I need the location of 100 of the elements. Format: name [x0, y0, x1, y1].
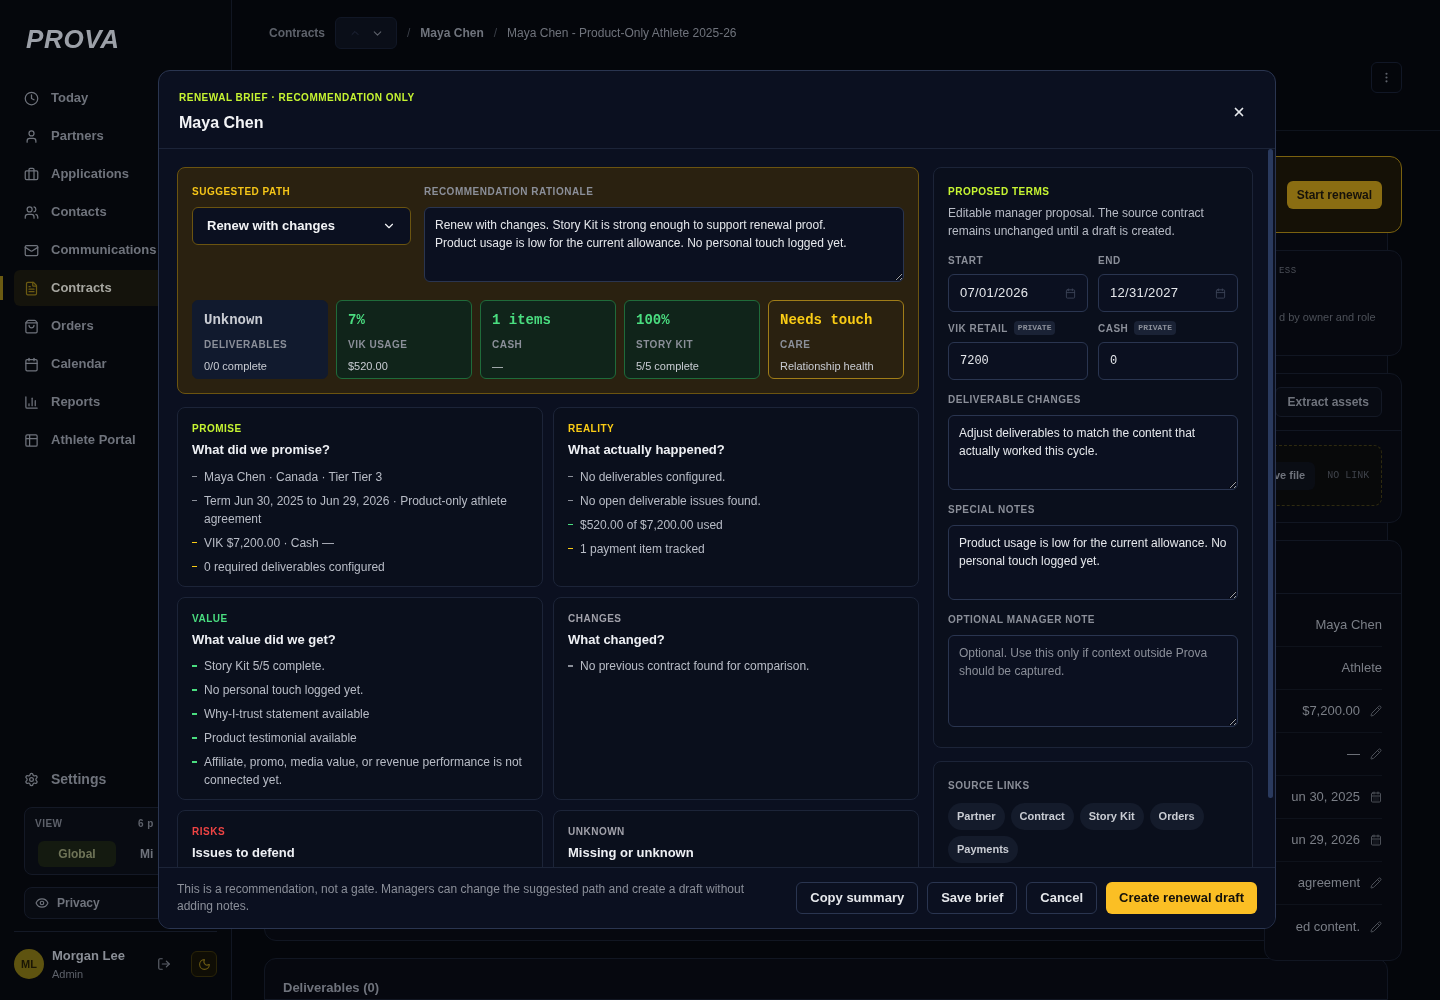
detail-value: Maya Chen [1315, 616, 1382, 635]
footer-button[interactable]: Cancel [1026, 882, 1097, 914]
document-icon [24, 280, 39, 296]
clock-icon [24, 90, 39, 106]
breadcrumb-current: Maya Chen - Product-Only Athlete 2025-26 [507, 25, 737, 42]
section-eyebrow: VALUE [192, 611, 229, 626]
pencil-icon[interactable] [1370, 920, 1382, 933]
pencil-icon[interactable] [1370, 748, 1382, 760]
number-field[interactable]: 7200 [948, 342, 1088, 380]
metric-label: CARE [780, 338, 812, 352]
logo: PROVA [25, 26, 121, 52]
field-label: CASH [1098, 321, 1129, 336]
metric-detail: Relationship health [780, 359, 875, 374]
number-field[interactable]: 0 [1098, 342, 1238, 380]
field-label: DELIVERABLE CHANGES [948, 393, 1082, 407]
pencil-icon[interactable] [1370, 877, 1382, 889]
user-role: Admin [52, 966, 85, 982]
calendar-icon[interactable] [1370, 791, 1382, 803]
note-field[interactable]: Optional. Use this only if context outside Prova should be captured. [948, 635, 1238, 727]
nav-item[interactable]: Reports [14, 384, 217, 420]
metric-label: DELIVERABLES [204, 338, 289, 352]
envelope-icon [24, 242, 39, 258]
terms-description: Editable manager proposal. The source contract remains unchanged until a draft is created. [948, 205, 1205, 240]
list-item: VIK $7,200.00 · Cash — [204, 534, 335, 552]
logout-icon[interactable] [157, 957, 171, 971]
note-field[interactable]: Adjust deliverables to match the content that actually worked this cycle. [948, 415, 1238, 490]
view-option[interactable]: Global [38, 841, 116, 867]
source-link-chip[interactable]: Story Kit [1079, 803, 1144, 830]
list-item: Story Kit 5/5 complete. [204, 658, 325, 675]
list-item: Term Jun 30, 2025 to Jun 29, 2026 · Product-only athlete agreement [204, 492, 508, 528]
list-item: Product testimonial available [204, 730, 357, 747]
user-name: Morgan Lee [52, 947, 125, 965]
settings-icon [24, 771, 39, 787]
metric-detail: 0/0 complete [204, 359, 268, 374]
list-item: Why-I-trust statement available [204, 706, 370, 723]
calendar-icon [1065, 287, 1076, 299]
section-eyebrow: UNKNOWN [568, 825, 626, 839]
private-badge: PRIVATE [1134, 321, 1176, 335]
breadcrumb-link[interactable]: Maya Chen [420, 24, 484, 42]
theme-button[interactable] [191, 951, 217, 977]
section-title: What changed? [568, 630, 665, 649]
field-label: END [1098, 253, 1121, 268]
metric-detail: — [492, 359, 504, 374]
section-title: What did we promise? [192, 441, 330, 459]
list-item: 0 required deliverables configured [204, 558, 385, 576]
section-eyebrow: PROMISE [192, 422, 243, 436]
metric-value: 100% [636, 311, 671, 330]
field-label: SUGGESTED PATH [192, 185, 292, 199]
private-badge: PRIVATE [1013, 321, 1056, 335]
source-links-label: SOURCE LINKS [948, 779, 1031, 793]
breadcrumb-separator: / [407, 25, 411, 42]
source-link-chip[interactable]: Partner [948, 803, 1005, 830]
people-icon [24, 204, 39, 220]
date-field[interactable]: 07/01/2026 [948, 274, 1088, 312]
person-icon [24, 128, 39, 144]
section-title: Issues to defend [192, 844, 295, 862]
source-link-chip[interactable]: Orders [1149, 803, 1204, 830]
metric-detail: 5/5 complete [636, 359, 700, 374]
footer-button[interactable]: Save brief [927, 882, 1018, 914]
path-select[interactable]: Renew with changes [192, 207, 411, 245]
source-link-chip[interactable]: Contract [1010, 803, 1074, 830]
list-item: Maya Chen · Canada · Tier Tier 3 [204, 468, 383, 486]
list-item: Affiliate, promo, media value, or revenue performance is not connected yet. [204, 754, 523, 789]
section-title: What value did we get? [192, 630, 336, 649]
extract-assets-button[interactable]: Extract assets [1274, 387, 1382, 417]
note-field[interactable]: Product usage is low for the current allowance. No personal touch logged yet. [948, 525, 1238, 600]
calendar-icon [24, 356, 39, 372]
pencil-icon[interactable] [1370, 705, 1382, 717]
detail-value: Athlete [1341, 659, 1382, 678]
view-count: 6 p [138, 817, 154, 831]
list-item: No open deliverable issues found. [580, 492, 761, 510]
start-renewal-button[interactable]: Start renewal [1286, 180, 1382, 209]
date-field[interactable]: 12/31/2027 [1098, 274, 1238, 312]
active-indicator [0, 276, 3, 300]
calendar-icon[interactable] [1370, 834, 1382, 846]
breadcrumb-separator: / [493, 25, 498, 42]
create-draft-button[interactable]: Create renewal draft [1106, 882, 1257, 914]
metric-value: Unknown [204, 311, 264, 330]
bag-icon [24, 318, 39, 334]
detail-value: $7,200.00 [1302, 702, 1360, 721]
access-label: ESS [1279, 265, 1298, 278]
metric-label: CASH [492, 338, 524, 352]
view-label: VIEW [35, 817, 64, 831]
list-item: No previous contract found for comparison. [580, 658, 810, 675]
detail-value: un 30, 2025 [1291, 788, 1360, 807]
view-option[interactable]: Mi [140, 841, 154, 867]
switcher-button[interactable] [335, 17, 397, 49]
metric-detail: $520.00 [348, 359, 389, 374]
list-item: 1 payment item tracked [580, 540, 705, 558]
table-icon [24, 432, 39, 448]
dialog-eyebrow: RENEWAL BRIEF · RECOMMENDATION ONLY [179, 91, 416, 105]
section-eyebrow: REALITY [568, 422, 616, 436]
close-icon[interactable] [1232, 105, 1246, 119]
list-item: $520.00 of $7,200.00 used [580, 516, 723, 534]
source-link-chip[interactable]: Payments [948, 836, 1018, 863]
dialog-title: Maya Chen [179, 113, 264, 133]
section-title: What actually happened? [568, 441, 725, 459]
footer-button[interactable]: Copy summary [796, 882, 919, 914]
terms-eyebrow: PROPOSED TERMS [948, 185, 1051, 199]
rationale-field[interactable]: Renew with changes. Story Kit is strong enough to support renewal proof. Product usage is low for the current allowance. No personal touch logged yet. [424, 207, 904, 282]
